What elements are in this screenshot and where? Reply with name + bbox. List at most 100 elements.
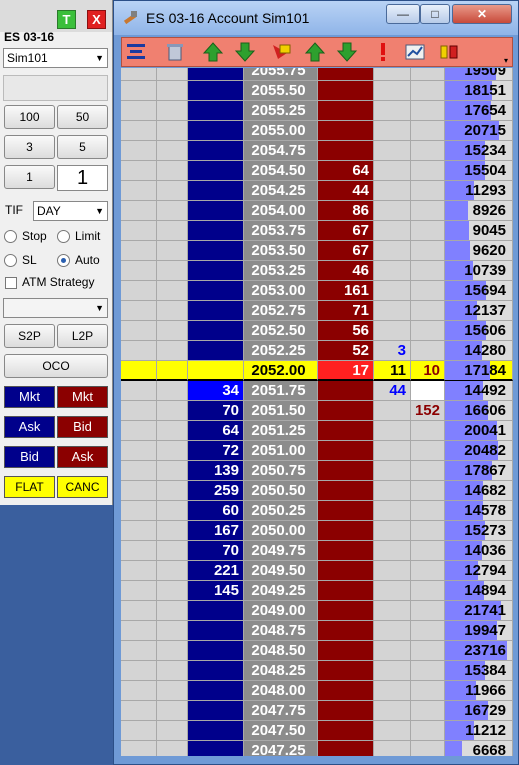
bid-size-cell[interactable]: 167 (188, 521, 244, 541)
buy-volume-cell[interactable] (374, 81, 411, 101)
buy-volume-cell[interactable] (374, 561, 411, 581)
sell-volume-cell[interactable] (411, 161, 445, 181)
sell-volume-cell[interactable] (411, 701, 445, 721)
buy-order-cell[interactable] (121, 361, 157, 381)
sell-order-cell[interactable] (157, 421, 188, 441)
bid-size-cell[interactable] (188, 301, 244, 321)
ask-size-cell[interactable] (318, 721, 374, 741)
price-cell[interactable]: 2055.50 (244, 81, 318, 101)
sell-volume-cell[interactable] (411, 661, 445, 681)
ask-size-cell[interactable] (318, 621, 374, 641)
buy-order-cell[interactable] (121, 541, 157, 561)
buy-volume-cell[interactable] (374, 281, 411, 301)
sell-volume-cell[interactable] (411, 241, 445, 261)
buy-order-cell[interactable] (121, 401, 157, 421)
ask-size-cell[interactable] (318, 641, 374, 661)
ask-size-cell[interactable] (318, 541, 374, 561)
sell-volume-cell[interactable] (411, 68, 445, 81)
buy-order-cell[interactable] (121, 481, 157, 501)
buy-order-cell[interactable] (121, 81, 157, 101)
sell-volume-cell[interactable] (411, 501, 445, 521)
close-window-button[interactable]: ✕ (452, 4, 512, 24)
ask-size-cell[interactable] (318, 661, 374, 681)
ask-size-cell[interactable]: 17 (318, 361, 374, 381)
sell-order-cell[interactable] (157, 541, 188, 561)
buy-order-cell[interactable] (121, 461, 157, 481)
price-cell[interactable]: 2051.25 (244, 421, 318, 441)
buy-volume-cell[interactable] (374, 241, 411, 261)
ask-size-cell[interactable]: 56 (318, 321, 374, 341)
sell-order-cell[interactable] (157, 581, 188, 601)
price-cell[interactable]: 2048.00 (244, 681, 318, 701)
bid-size-cell[interactable] (188, 661, 244, 681)
sell-order-cell[interactable] (157, 341, 188, 361)
sell-ask-button[interactable]: Ask (57, 446, 108, 468)
sell-volume-cell[interactable]: 10 (411, 361, 445, 381)
buy-volume-cell[interactable] (374, 121, 411, 141)
bid-size-cell[interactable] (188, 181, 244, 201)
buy-order-cell[interactable] (121, 621, 157, 641)
buy-volume-cell[interactable] (374, 68, 411, 81)
sell-volume-cell[interactable]: 152 (411, 401, 445, 421)
window-titlebar[interactable]: ES 03-16 Account Sim101 — □ ✕ (114, 1, 518, 35)
sell-volume-cell[interactable] (411, 321, 445, 341)
sell-order-cell[interactable] (157, 721, 188, 741)
sell-volume-cell[interactable] (411, 281, 445, 301)
buy-order-cell[interactable] (121, 721, 157, 741)
price-cell[interactable]: 2050.75 (244, 461, 318, 481)
price-cell[interactable]: 2054.25 (244, 181, 318, 201)
buy-volume-cell[interactable] (374, 741, 411, 756)
buy-volume-cell[interactable] (374, 201, 411, 221)
bid-size-cell[interactable] (188, 201, 244, 221)
ask-size-cell[interactable] (318, 101, 374, 121)
buy-order-cell[interactable] (121, 681, 157, 701)
ask-size-cell[interactable] (318, 581, 374, 601)
sell-order-cell[interactable] (157, 121, 188, 141)
buy-volume-cell[interactable] (374, 541, 411, 561)
ask-size-cell[interactable]: 67 (318, 221, 374, 241)
bid-size-cell[interactable] (188, 321, 244, 341)
bid-size-cell[interactable] (188, 281, 244, 301)
sell-order-cell[interactable] (157, 201, 188, 221)
price-cell[interactable]: 2048.25 (244, 661, 318, 681)
sell-order-cell[interactable] (157, 181, 188, 201)
buy-order-cell[interactable] (121, 381, 157, 401)
close-panel-button[interactable]: X (87, 10, 106, 29)
sell-volume-cell[interactable] (411, 541, 445, 561)
buy-market-button[interactable]: Mkt (4, 386, 55, 408)
qty-preset-100[interactable]: 100 (4, 105, 55, 129)
sell-order-cell[interactable] (157, 241, 188, 261)
price-cell[interactable]: 2055.00 (244, 121, 318, 141)
buy-arrow-up-icon[interactable] (202, 41, 224, 63)
buy-order-cell[interactable] (121, 701, 157, 721)
sell-volume-cell[interactable] (411, 481, 445, 501)
buy-order-cell[interactable] (121, 321, 157, 341)
limit-radio[interactable] (57, 230, 70, 243)
sell-order-cell[interactable] (157, 481, 188, 501)
sell-volume-cell[interactable] (411, 201, 445, 221)
sell-volume-cell[interactable] (411, 381, 445, 401)
bid-size-cell[interactable] (188, 121, 244, 141)
account-select[interactable]: Sim101 ▼ (3, 48, 108, 68)
ask-size-cell[interactable] (318, 741, 374, 756)
quantity-field[interactable]: 1 (57, 165, 108, 191)
ask-size-cell[interactable] (318, 421, 374, 441)
buy-order-cell[interactable] (121, 121, 157, 141)
price-cell[interactable]: 2053.25 (244, 261, 318, 281)
ask-size-cell[interactable] (318, 121, 374, 141)
buy-volume-cell[interactable] (374, 701, 411, 721)
price-cell[interactable]: 2049.75 (244, 541, 318, 561)
auto-radio[interactable] (57, 254, 70, 267)
buy-volume-cell[interactable] (374, 721, 411, 741)
sell-order-cell[interactable] (157, 281, 188, 301)
buy-volume-cell[interactable] (374, 221, 411, 241)
sell-order-cell[interactable] (157, 681, 188, 701)
flatten-button[interactable]: FLAT (4, 476, 55, 498)
buy-volume-cell[interactable] (374, 421, 411, 441)
sell-volume-cell[interactable] (411, 561, 445, 581)
price-cell[interactable]: 2049.00 (244, 601, 318, 621)
bid-size-cell[interactable]: 60 (188, 501, 244, 521)
chart-icon[interactable] (404, 41, 426, 63)
buy-volume-cell[interactable]: 44 (374, 381, 411, 401)
price-cell[interactable]: 2052.50 (244, 321, 318, 341)
